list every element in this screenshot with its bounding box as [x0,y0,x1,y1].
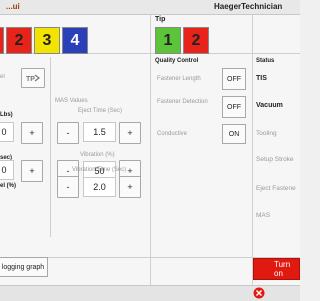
mas-title: MAS Values [55,98,88,104]
vibration-label: Vibration (%) [80,152,115,158]
divider [50,57,51,237]
divider [252,15,253,285]
qc-label-fastener-detection: Fastener Detection [157,99,208,105]
status-tooling: Tooling [256,130,277,137]
left-plus-button-1[interactable]: + [21,122,43,144]
status-setup-stroke: Setup Stroke [256,156,294,163]
turn-on-label: Turn on [274,260,291,278]
eject-time-plus-button[interactable]: + [119,122,141,144]
qc-label-conductive: Conductive [157,131,188,137]
preset-tile-1[interactable] [0,27,4,54]
eject-time-label: Eject Time (Sec) [78,108,123,114]
preset-tile-3[interactable]: 3 [34,27,60,54]
left-value-1[interactable]: 0 [0,122,14,142]
vibration-time-minus-button[interactable]: - [57,176,79,198]
vibration-time-label: Vibration Time (Sec) [72,167,127,173]
vibration-time-value[interactable]: 2.0 [83,177,116,197]
left-plus-button-2[interactable]: + [21,160,43,182]
qc-toggle-fastener-length[interactable]: OFF [222,68,246,90]
left-label-lbs: Lbs) [0,112,13,118]
status-eject-fastener: Eject Fastene [256,185,296,192]
user-name: HaegerTechnician [214,2,283,11]
close-button[interactable] [252,286,266,299]
tool-icon: TP [26,74,40,83]
left-label-level: el (%) [0,183,17,189]
quality-control-title: Quality Control [155,58,199,64]
status-vacuum: Vacuum [256,102,283,109]
eject-time-minus-button[interactable]: - [57,122,79,144]
logging-graph-button[interactable]: logging graph [0,257,48,277]
divider [150,15,151,285]
tip-label: Tip [155,16,166,23]
main-panel [0,15,300,285]
turn-on-button[interactable]: Turn on [253,258,300,280]
vibration-time-plus-button[interactable]: + [119,176,141,198]
eject-time-value[interactable]: 1.5 [83,122,116,142]
tip-tile-2[interactable]: 2 [183,27,209,54]
svg-text:TP: TP [26,76,35,83]
left-value-2[interactable]: 0 [0,160,14,180]
window-title: ...ui [6,2,20,11]
tip-tile-1[interactable]: 1 [155,27,181,54]
preset-tile-2[interactable]: 2 [6,27,32,54]
status-title: Status [256,58,275,64]
qc-toggle-conductive[interactable]: ON [222,124,246,144]
qc-toggle-fastener-detection[interactable]: OFF [222,96,246,118]
left-label-er: er [0,74,6,80]
qc-label-fastener-length: Fastener Length [157,76,201,82]
close-icon [253,287,265,298]
status-tis: TIS [256,75,267,82]
preset-tile-4[interactable]: 4 [62,27,88,54]
status-mas: MAS [256,212,271,219]
tool-image-button[interactable]: TP [21,68,45,88]
